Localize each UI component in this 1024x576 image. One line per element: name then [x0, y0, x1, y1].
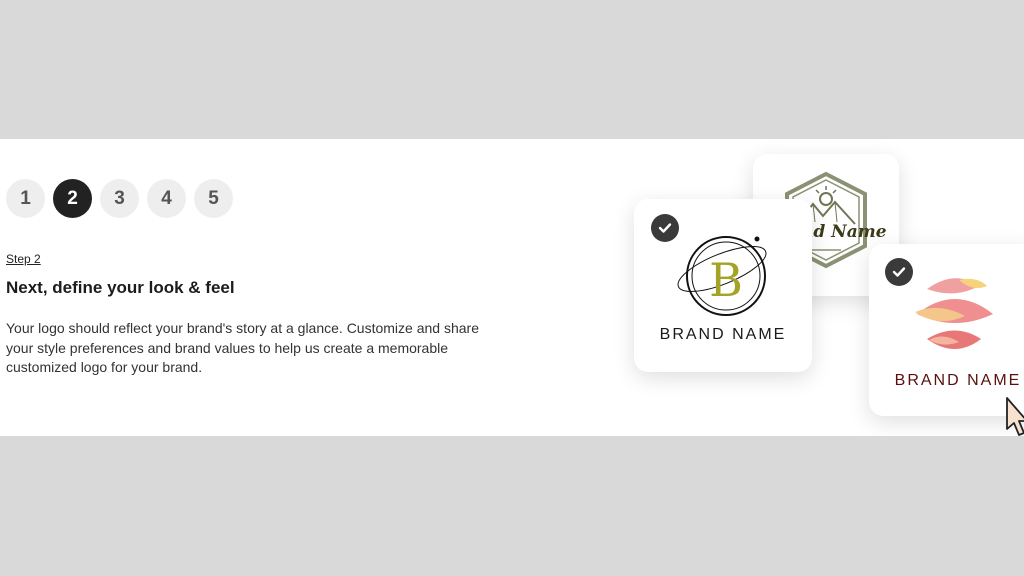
section-description: Your logo should reflect your brand's st… — [6, 320, 479, 375]
logo-card-monogram[interactable]: B BRAND NAME — [634, 199, 812, 372]
step-5-button[interactable]: 5 — [194, 179, 233, 218]
step-3-button[interactable]: 3 — [100, 179, 139, 218]
step-label[interactable]: Step 2 — [6, 252, 41, 266]
step-4-button[interactable]: 4 — [147, 179, 186, 218]
logo-card-sphere[interactable]: BRAND NAME — [869, 244, 1024, 416]
brand-name-right: BRAND NAME — [894, 372, 1022, 389]
monogram-letter: B — [709, 253, 743, 307]
mountain-logo-text: nd Name — [801, 222, 887, 242]
cursor-pointer-icon — [1006, 397, 1024, 436]
section-heading: Next, define your look & feel — [6, 278, 235, 297]
hero-band: 1 2 3 4 5 Step 2 Next, define your look … — [0, 139, 1024, 436]
step-indicator: 1 2 3 4 5 — [6, 179, 233, 218]
step-2-button[interactable]: 2 — [53, 179, 92, 218]
step-1-button[interactable]: 1 — [6, 179, 45, 218]
brand-name-main: BRAND NAME — [659, 326, 787, 343]
wave-sphere-logo — [915, 278, 993, 349]
